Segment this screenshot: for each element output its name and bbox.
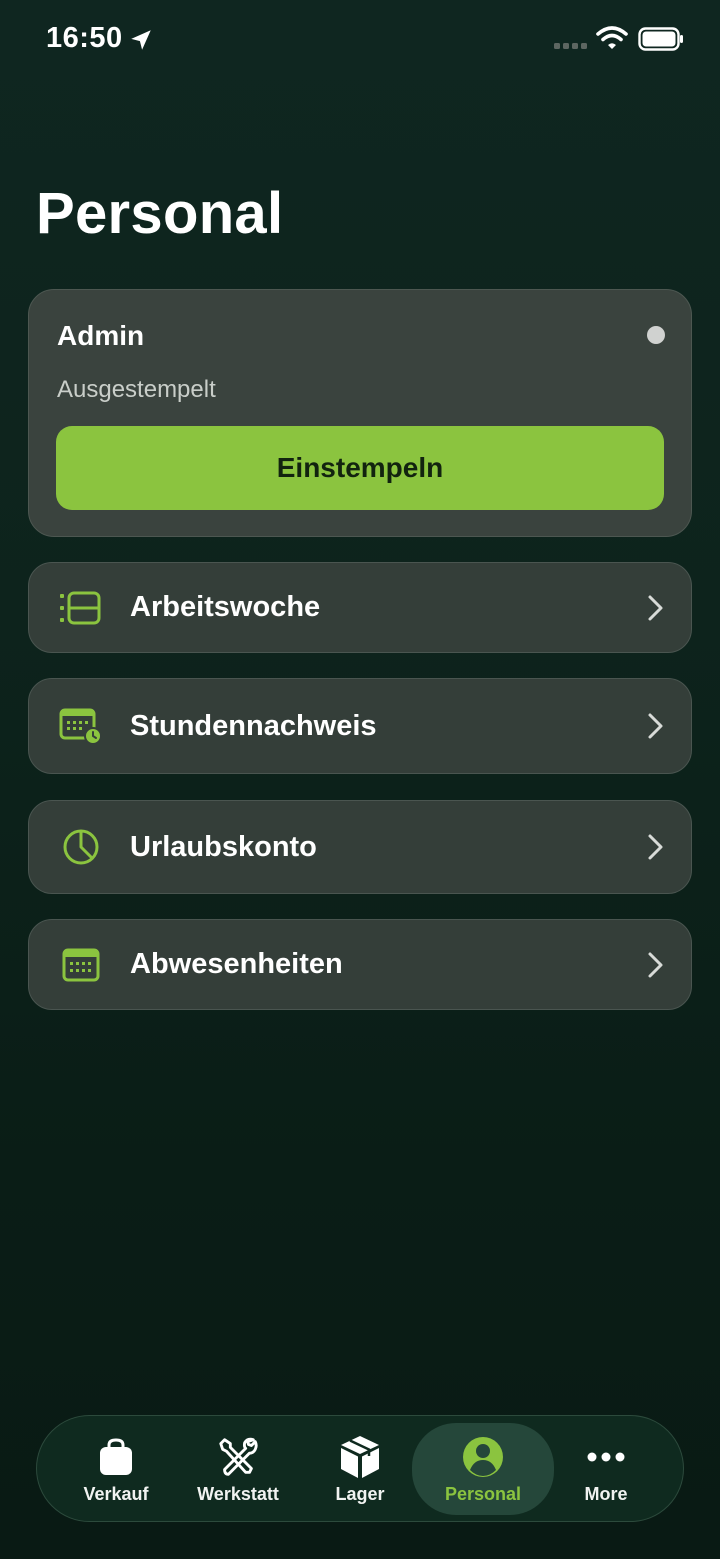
chevron-right-icon	[648, 952, 663, 977]
schedule-list-icon	[59, 590, 103, 626]
pie-chart-icon	[59, 829, 103, 865]
menu-item-arbeitswoche[interactable]: Arbeitswoche	[28, 562, 692, 653]
status-indicator-dot	[647, 326, 665, 344]
menu-item-urlaubskonto[interactable]: Urlaubskonto	[28, 800, 692, 894]
tab-more[interactable]: More	[544, 1416, 668, 1520]
tab-lager[interactable]: Lager	[298, 1416, 422, 1520]
status-time: 16:50	[46, 22, 123, 54]
user-status-card: Admin Ausgestempelt Einstempeln	[28, 289, 692, 537]
calendar-icon	[59, 947, 103, 983]
shopping-bag-icon	[93, 1434, 139, 1480]
tab-label: Werkstatt	[197, 1484, 279, 1504]
user-name: Admin	[57, 320, 145, 351]
person-icon	[460, 1434, 506, 1480]
chevron-right-icon	[648, 595, 663, 620]
chevron-right-icon	[648, 713, 663, 739]
tab-label: Lager	[335, 1484, 385, 1504]
menu-item-label: Arbeitswoche	[130, 591, 321, 623]
menu-item-label: Abwesenheiten	[130, 948, 343, 980]
menu-item-abwesenheiten[interactable]: Abwesenheiten	[28, 919, 692, 1010]
clock-status: Ausgestempelt	[57, 376, 216, 403]
tab-verkauf[interactable]: Verkauf	[54, 1416, 178, 1520]
cellular-signal-icon	[554, 43, 587, 49]
menu-item-stundennachweis[interactable]: Stundennachweis	[28, 678, 692, 774]
tab-label: More	[584, 1484, 628, 1504]
location-arrow-icon	[131, 30, 151, 50]
tab-label: Personal	[444, 1484, 522, 1504]
calendar-clock-icon	[59, 708, 103, 745]
battery-icon	[638, 27, 683, 51]
tab-bar: Verkauf Werkstatt Lager Personal More	[36, 1415, 684, 1522]
tools-icon	[215, 1434, 261, 1480]
wifi-icon	[596, 26, 628, 49]
menu-item-label: Stundennachweis	[130, 709, 377, 742]
tab-werkstatt[interactable]: Werkstatt	[176, 1416, 300, 1520]
tab-label: Verkauf	[83, 1484, 149, 1504]
page-title: Personal	[36, 181, 284, 246]
chevron-right-icon	[648, 834, 663, 860]
menu-item-label: Urlaubskonto	[130, 830, 317, 863]
clock-in-button[interactable]: Einstempeln	[56, 426, 664, 510]
status-bar: 16:50	[0, 0, 720, 80]
box-icon	[337, 1434, 383, 1480]
more-dots-icon	[583, 1434, 629, 1480]
tab-personal[interactable]: Personal	[412, 1423, 554, 1515]
